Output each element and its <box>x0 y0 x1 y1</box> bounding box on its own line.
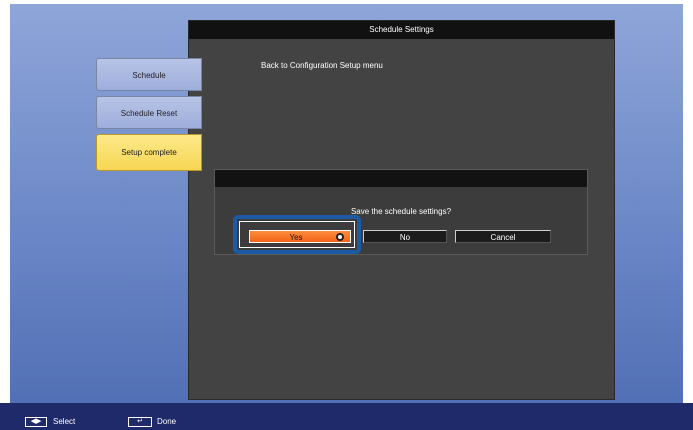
return-key-icon: ↵ <box>128 417 152 427</box>
cancel-button[interactable]: Cancel <box>455 230 551 243</box>
no-button[interactable]: No <box>363 230 447 243</box>
frame-edge-left <box>0 0 10 403</box>
menu-item-schedule[interactable]: Schedule <box>96 58 202 91</box>
status-bar <box>0 403 693 430</box>
yes-button[interactable]: Yes <box>249 230 351 243</box>
left-right-arrows-icon: ◀▶ <box>25 417 47 427</box>
done-hint: Done <box>157 417 177 426</box>
panel-title: Schedule Settings <box>189 21 614 39</box>
menu-item-setup-complete[interactable]: Setup complete <box>96 134 202 171</box>
save-confirm-dialog: Save the schedule settings? Yes No Cance… <box>214 169 588 255</box>
yes-button-label: Yes <box>289 233 303 242</box>
back-to-configuration-link[interactable]: Back to Configuration Setup menu <box>261 61 383 70</box>
enter-icon <box>336 233 344 241</box>
frame-edge-right <box>683 0 693 403</box>
projector-screen: Schedule Settings Back to Configuration … <box>0 0 693 430</box>
frame-edge-top <box>0 0 693 4</box>
dialog-title-bar <box>215 170 587 187</box>
menu-item-schedule-reset[interactable]: Schedule Reset <box>96 96 202 129</box>
dialog-message: Save the schedule settings? <box>350 207 452 216</box>
select-hint: Select <box>53 417 76 426</box>
